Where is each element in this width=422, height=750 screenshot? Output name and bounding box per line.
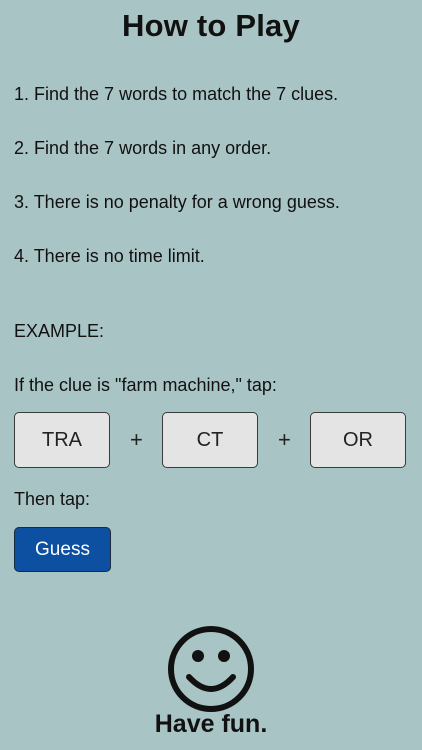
example-tile-3: OR: [310, 412, 406, 468]
example-clue-text: If the clue is "farm machine," tap:: [14, 375, 277, 395]
rule-1: 1. Find the 7 words to match the 7 clues…: [14, 84, 339, 104]
example-heading: EXAMPLE:: [14, 321, 105, 341]
rule-4: 4. There is no time limit.: [14, 246, 205, 266]
plus-sign: +: [130, 427, 143, 452]
have-fun-text: Have fun.: [154, 710, 268, 738]
example-tile-1: TRA: [14, 412, 110, 468]
plus-sign: +: [278, 427, 291, 452]
page-title: How to Play: [122, 8, 300, 43]
example-tile-2: CT: [162, 412, 258, 468]
rule-2: 2. Find the 7 words in any order.: [14, 138, 272, 158]
smiley-icon: [168, 626, 254, 712]
how-to-play-screen: How to Play 1. Find the 7 words to match…: [0, 0, 422, 750]
then-tap-text: Then tap:: [14, 489, 91, 509]
example-guess-button: Guess: [14, 527, 111, 572]
rule-3: 3. There is no penalty for a wrong guess…: [14, 192, 340, 212]
